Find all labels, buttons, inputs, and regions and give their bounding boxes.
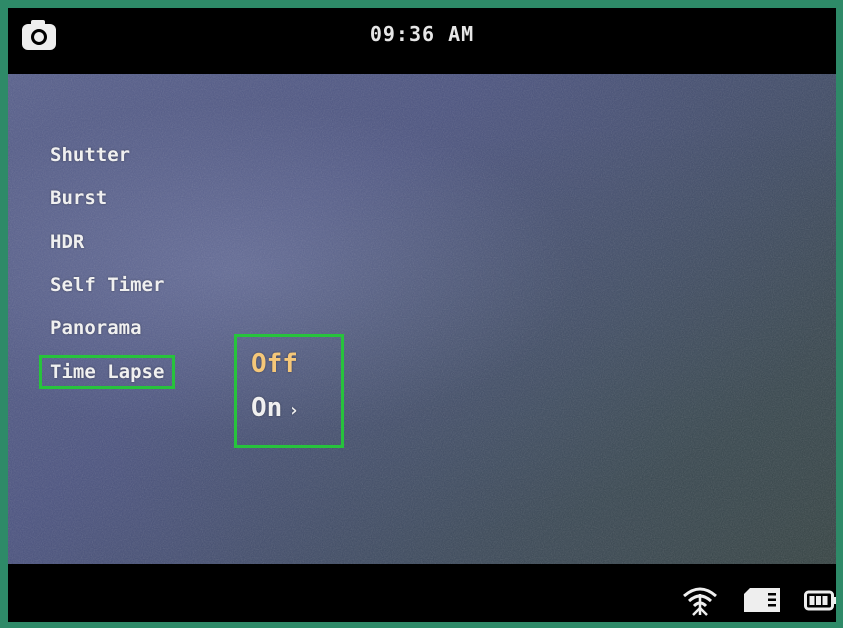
- menu-item-time-lapse[interactable]: Time Lapse: [38, 355, 176, 389]
- camera-screen: 09:36 AM Shutter Burst HDR Self Timer Pa…: [8, 8, 836, 622]
- top-status-bar: 09:36 AM: [8, 8, 836, 74]
- option-on[interactable]: On ›: [251, 393, 299, 423]
- option-on-label: On: [251, 393, 283, 423]
- time-lapse-options: Off On ›: [234, 334, 344, 448]
- option-off-label: Off: [251, 349, 298, 379]
- sd-card-icon: [742, 586, 782, 618]
- bottom-status-bar: [8, 564, 836, 622]
- menu-item-shutter[interactable]: Shutter: [50, 144, 130, 166]
- menu-item-panorama[interactable]: Panorama: [50, 317, 142, 339]
- menu-item-burst[interactable]: Burst: [50, 187, 107, 209]
- chevron-right-icon: ›: [288, 400, 300, 421]
- menu-item-self-timer[interactable]: Self Timer: [50, 274, 164, 296]
- battery-icon: [804, 590, 836, 616]
- menu-item-hdr[interactable]: HDR: [50, 231, 84, 253]
- option-off[interactable]: Off: [251, 349, 298, 379]
- clock: 09:36 AM: [369, 22, 475, 46]
- viewfinder: Shutter Burst HDR Self Timer Panorama Ti…: [8, 74, 836, 564]
- wifi-icon: [680, 584, 720, 620]
